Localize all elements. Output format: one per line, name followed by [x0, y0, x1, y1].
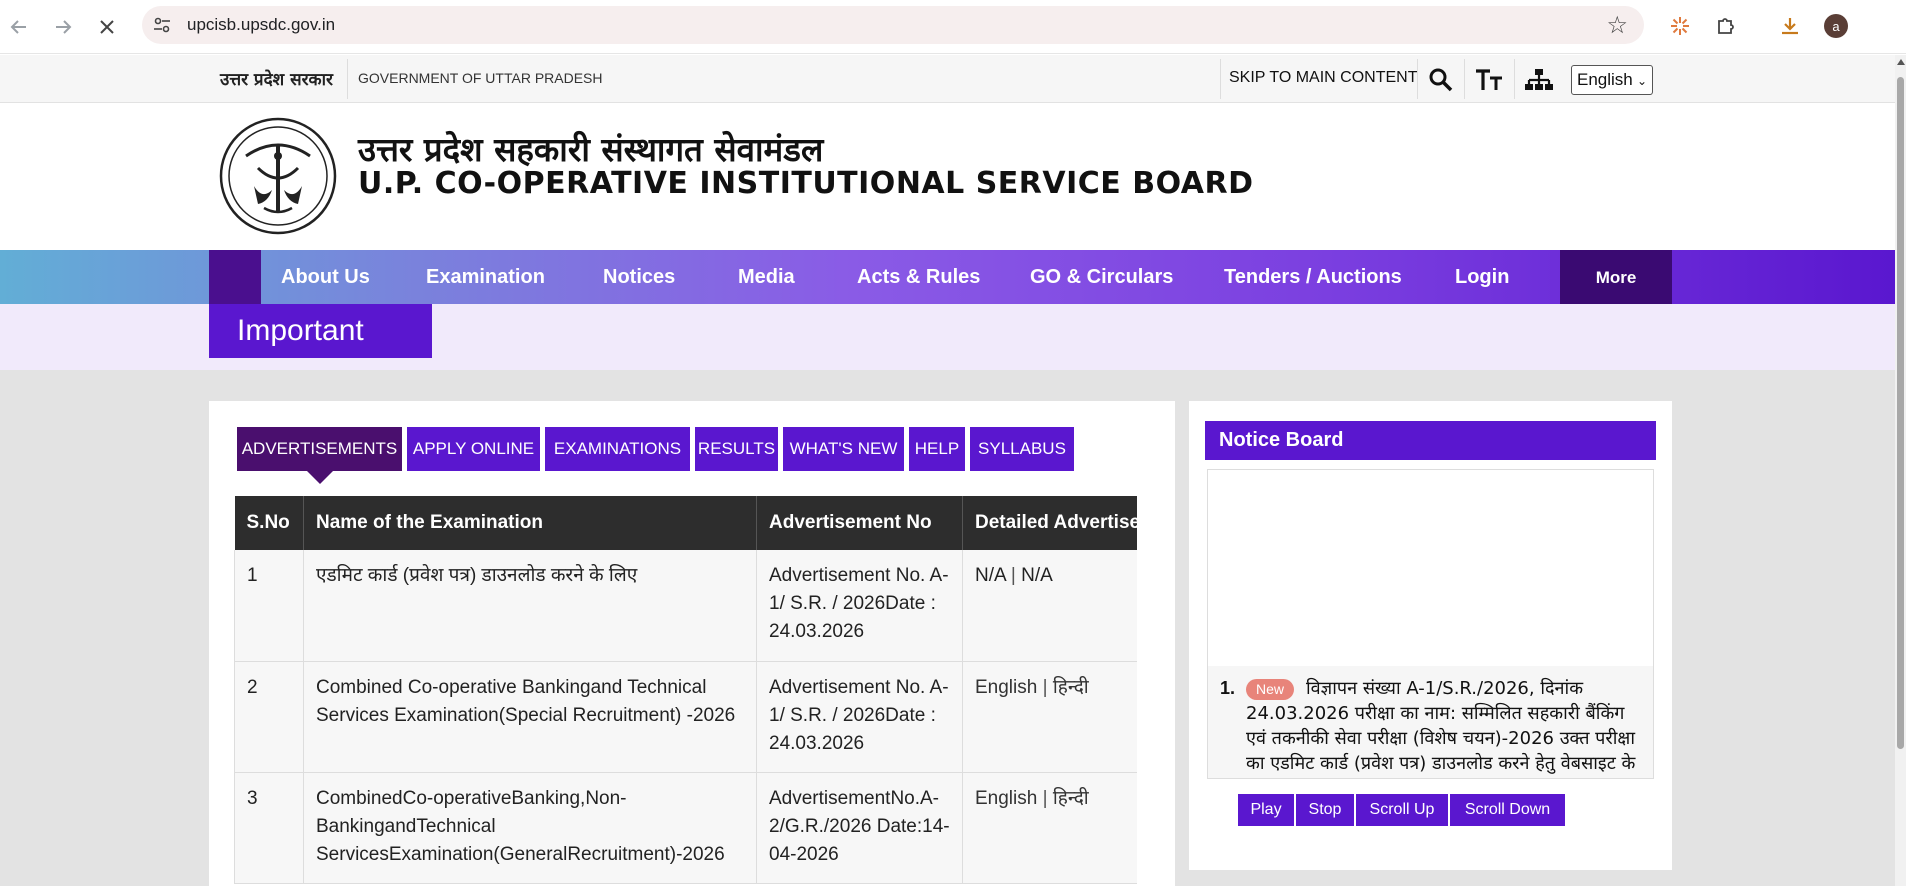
gov-hindi-label: उत्तर प्रदेश सरकार	[220, 70, 333, 90]
tab-help[interactable]: HELP	[909, 427, 965, 471]
sitemap-icon[interactable]	[1524, 65, 1554, 95]
cell-sno: 1	[234, 550, 304, 662]
site-title-english: U.P. CO-OPERATIVE INSTITUTIONAL SERVICE …	[358, 166, 1254, 201]
nav-media[interactable]: Media	[738, 250, 795, 304]
page-scrollbar[interactable]	[1895, 55, 1906, 886]
main-navigation: About Us Examination Notices Media Acts …	[0, 250, 1895, 306]
important-label[interactable]: Important	[209, 304, 432, 358]
scroll-down-button[interactable]: Scroll Down	[1450, 794, 1565, 826]
tab-syllabus[interactable]: SYLLABUS	[970, 427, 1074, 471]
scrollbar-thumb[interactable]	[1897, 77, 1904, 749]
tab-advertisements[interactable]: ADVERTISEMENTS	[237, 427, 402, 484]
cell-exam-name: CombinedCo-operativeBanking,Non-Bankinga…	[303, 772, 757, 884]
nav-login[interactable]: Login	[1455, 250, 1509, 304]
text-size-icon[interactable]	[1474, 65, 1504, 95]
scroll-up-arrow-icon[interactable]	[1897, 59, 1905, 65]
notice-text[interactable]: विज्ञापन संख्या A-1/S.R./2026, दिनांक 24…	[1246, 678, 1635, 774]
tab-results[interactable]: RESULTS	[695, 427, 778, 471]
notice-board-scroller[interactable]: 1. New विज्ञापन संख्या A-1/S.R./2026, दिन…	[1207, 469, 1654, 779]
home-icon[interactable]	[209, 250, 261, 304]
cell-adv-no: AdvertisementNo.A-2/G.R./2026 Date:14-04…	[756, 772, 963, 884]
tab-whats-new[interactable]: WHAT'S NEW	[783, 427, 904, 471]
separator: |	[1042, 787, 1048, 809]
chevron-down-icon: ⌄	[1636, 74, 1647, 88]
notice-board-panel: Notice Board 1. New विज्ञापन संख्या A-1/S…	[1189, 401, 1672, 870]
nav-examination[interactable]: Examination	[426, 250, 545, 304]
up-government-emblem-logo[interactable]	[218, 116, 338, 236]
profile-avatar[interactable]: a	[1820, 10, 1852, 42]
address-bar[interactable]: upcisb.upsdc.gov.in ☆	[142, 6, 1644, 44]
language-select[interactable]: English ⌄	[1571, 65, 1653, 95]
tab-examinations[interactable]: EXAMINATIONS	[545, 427, 690, 471]
cell-adv-no: Advertisement No. A-1/ S.R. / 2026Date :…	[756, 550, 963, 662]
divider	[1417, 59, 1418, 99]
divider	[1220, 59, 1221, 99]
nav-more-button[interactable]: More	[1560, 250, 1672, 306]
back-arrow-icon[interactable]	[4, 12, 34, 42]
separator: |	[1010, 565, 1016, 586]
cell-detail: N/A | N/A	[962, 550, 1137, 662]
detail-english-value: N/A	[975, 565, 1006, 586]
notice-number: 1.	[1220, 678, 1236, 698]
extensions-puzzle-icon[interactable]	[1710, 10, 1742, 42]
column-header: Name of the Examination	[303, 496, 757, 550]
nav-tenders-auctions[interactable]: Tenders / Auctions	[1224, 250, 1402, 304]
hindi-pdf-link[interactable]: हिन्दी	[1053, 788, 1089, 809]
site-settings-icon[interactable]	[152, 15, 172, 35]
stop-button[interactable]: Stop	[1296, 794, 1354, 826]
play-button[interactable]: Play	[1238, 794, 1294, 826]
table-header-row: S.No Name of the Examination Advertiseme…	[234, 496, 1137, 550]
url-text[interactable]: upcisb.upsdc.gov.in	[187, 15, 335, 35]
notice-item[interactable]: 1. New विज्ञापन संख्या A-1/S.R./2026, दिन…	[1208, 666, 1653, 778]
site-header: उत्तर प्रदेश सहकारी संस्थागत सेवामंडल U.…	[0, 104, 1895, 250]
skip-to-main-link[interactable]: SKIP TO MAIN CONTENT	[1229, 69, 1417, 87]
extension-sparkle-icon[interactable]	[1664, 10, 1696, 42]
tab-apply-online[interactable]: APPLY ONLINE	[407, 427, 540, 471]
table-row: 3 CombinedCo-operativeBanking,Non-Bankin…	[234, 772, 1137, 884]
bookmark-star-icon[interactable]: ☆	[1606, 11, 1628, 39]
gov-top-strip: उत्तर प्रदेश सरकार GOVERNMENT OF UTTAR P…	[0, 55, 1895, 103]
column-header: Advertisement No	[756, 496, 963, 550]
download-icon[interactable]	[1774, 10, 1806, 42]
divider	[1464, 59, 1465, 99]
forward-arrow-icon[interactable]	[48, 12, 78, 42]
advertisements-panel: ADVERTISEMENTS APPLY ONLINE EXAMINATIONS…	[209, 401, 1175, 886]
nav-about-us[interactable]: About Us	[281, 250, 370, 304]
cell-sno: 3	[234, 772, 304, 884]
scroll-up-button[interactable]: Scroll Up	[1356, 794, 1448, 826]
hindi-pdf-link[interactable]: हिन्दी	[1053, 677, 1089, 698]
new-badge: New	[1246, 679, 1295, 700]
separator: |	[1042, 676, 1048, 698]
cell-detail: English | हिन्दी	[962, 661, 1137, 773]
english-pdf-link[interactable]: English	[975, 788, 1037, 809]
cell-detail: English | हिन्दी	[962, 772, 1137, 884]
cell-adv-no: Advertisement No. A-1/ S.R. / 2026Date :…	[756, 661, 963, 773]
nav-acts-rules[interactable]: Acts & Rules	[857, 250, 980, 304]
nav-notices[interactable]: Notices	[603, 250, 675, 304]
search-icon[interactable]	[1426, 65, 1456, 95]
site-title-hindi: उत्तर प्रदेश सहकारी संस्थागत सेवामंडल	[358, 130, 824, 169]
table-row: 2 Combined Co-operative Bankingand Techn…	[234, 661, 1137, 773]
cell-exam-name: एडमिट कार्ड (प्रवेश पत्र) डाउनलोड करने क…	[303, 550, 757, 662]
nav-go-circulars[interactable]: GO & Circulars	[1030, 250, 1173, 304]
divider	[347, 59, 348, 99]
column-header: S.No	[234, 496, 304, 550]
english-pdf-link[interactable]: English	[975, 677, 1037, 698]
gov-english-label: GOVERNMENT OF UTTAR PRADESH	[358, 70, 603, 86]
detail-hindi-value: N/A	[1021, 565, 1053, 586]
cell-sno: 2	[234, 661, 304, 773]
cell-exam-name: Combined Co-operative Bankingand Technic…	[303, 661, 757, 773]
column-header: Detailed Advertisement	[962, 496, 1137, 550]
important-strip: Important	[0, 304, 1895, 370]
divider	[1514, 59, 1515, 99]
advertisements-table-wrapper[interactable]: S.No Name of the Examination Advertiseme…	[234, 496, 1137, 886]
stop-loading-icon[interactable]	[92, 12, 122, 42]
browser-toolbar: upcisb.upsdc.gov.in ☆ a	[0, 0, 1906, 54]
table-row: 1 एडमिट कार्ड (प्रवेश पत्र) डाउनलोड करने…	[234, 550, 1137, 662]
notice-board-title: Notice Board	[1205, 421, 1656, 460]
advertisements-table: S.No Name of the Examination Advertiseme…	[234, 496, 1137, 884]
